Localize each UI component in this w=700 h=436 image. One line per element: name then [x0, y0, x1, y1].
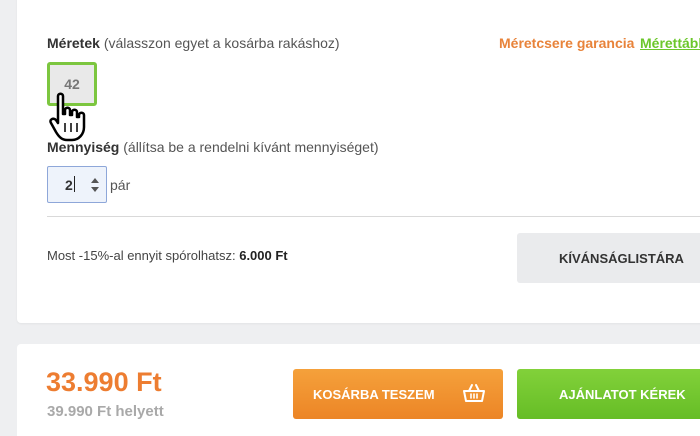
- wishlist-button[interactable]: KÍVÁNSÁGLISTÁRA: [517, 233, 700, 283]
- quantity-unit: pár: [110, 177, 131, 193]
- savings-amount: 6.000 Ft: [239, 248, 288, 263]
- quantity-label: Mennyiség (állítsa be a rendelni kívánt …: [47, 139, 379, 155]
- wishlist-button-label: KÍVÁNSÁGLISTÁRA: [559, 250, 684, 266]
- add-to-cart-button[interactable]: KOSÁRBA TESZEM: [293, 369, 503, 419]
- shopping-basket-icon: [463, 384, 485, 402]
- quantity-title: Mennyiség: [47, 139, 120, 155]
- add-to-cart-label: KOSÁRBA TESZEM: [313, 386, 435, 402]
- sizes-title: Méretek: [47, 35, 100, 51]
- request-quote-button[interactable]: AJÁNLATOT KÉREK: [517, 369, 700, 419]
- divider: [47, 216, 700, 217]
- quantity-stepper[interactable]: 2: [47, 166, 107, 203]
- sizes-hint: (válasszon egyet a kosárba rakáshoz): [103, 35, 340, 51]
- original-price: 39.990 Ft helyett: [47, 403, 164, 420]
- up-down-arrows-icon[interactable]: [90, 176, 100, 194]
- savings-info: Most -15%-al ennyit spórolhatsz: 6.000 F…: [47, 248, 288, 263]
- request-quote-label: AJÁNLATOT KÉREK: [559, 386, 686, 402]
- current-price: 33.990 Ft: [46, 367, 162, 397]
- sizes-label: Méretek (válasszon egyet a kosárba rakás…: [47, 35, 340, 51]
- size-guarantee-link[interactable]: Méretcsere garancia: [499, 35, 634, 51]
- size-table-link[interactable]: Mérettábl: [640, 35, 700, 51]
- text-caret: [74, 176, 75, 192]
- quantity-value: 2: [65, 177, 73, 193]
- quantity-hint: (állítsa be a rendelni kívánt mennyisége…: [123, 139, 379, 155]
- savings-text: Most -15%-al ennyit spórolhatsz:: [47, 248, 236, 263]
- hand-pointer-icon: [49, 92, 86, 142]
